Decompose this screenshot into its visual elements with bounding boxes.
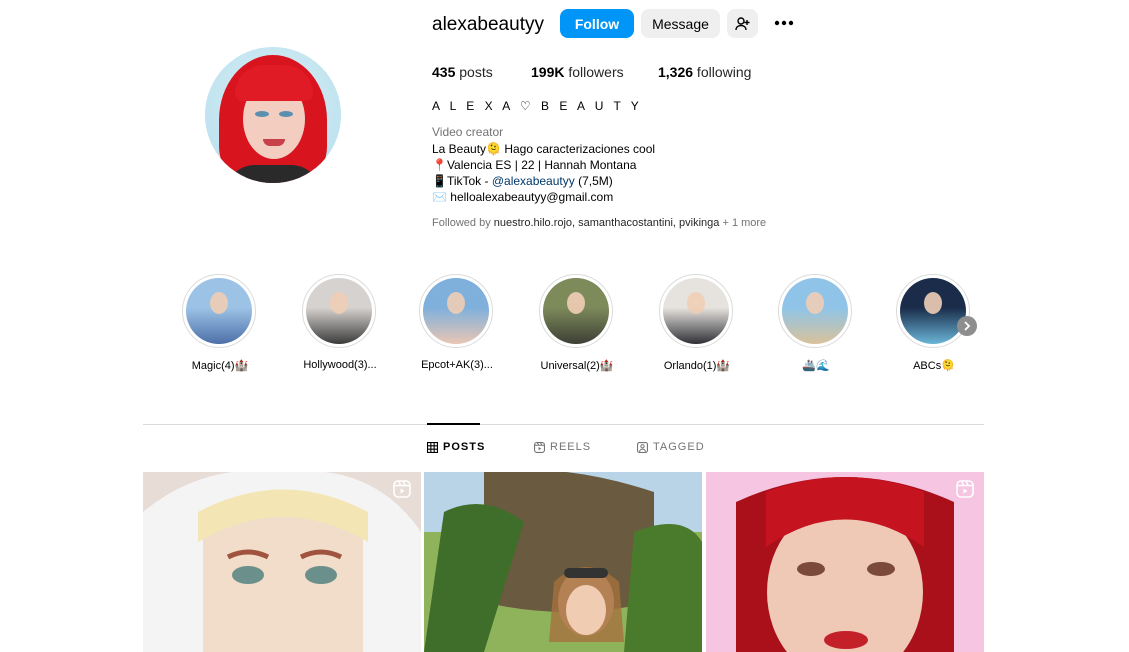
highlight-label: Magic(4)🏰	[191, 360, 249, 372]
profile-category: Video creator	[432, 125, 504, 139]
highlight-cover	[539, 274, 613, 348]
highlight-label: ABCs🫠	[913, 360, 955, 372]
message-button[interactable]: Message	[641, 9, 720, 38]
tab-reels[interactable]: REELS	[534, 441, 591, 453]
tagged-icon	[637, 441, 648, 453]
highlight-label: Orlando(1)🏰	[663, 360, 731, 372]
bio-line: La Beauty🫠 Hago caracterizaciones cool	[432, 142, 656, 156]
profile-username: alexabeautyy	[432, 14, 544, 35]
chevron-right-icon	[964, 321, 971, 331]
tiktok-handle-link[interactable]: @alexabeautyy	[492, 174, 575, 188]
more-options-icon[interactable]	[772, 13, 796, 33]
highlight-cover	[419, 274, 493, 348]
profile-avatar[interactable]	[205, 47, 341, 183]
highlights-next-button[interactable]	[957, 316, 977, 336]
posts-count: 435 posts	[432, 64, 493, 80]
highlight-cover	[778, 274, 852, 348]
reel-indicator-icon	[393, 480, 411, 498]
post-thumbnail[interactable]	[143, 472, 421, 652]
highlight-cover	[896, 274, 970, 348]
highlight-label: 🚢🌊	[802, 360, 830, 372]
post-thumbnail[interactable]	[424, 472, 702, 652]
active-tab-indicator	[427, 423, 480, 425]
tab-tagged[interactable]: TAGGED	[637, 441, 705, 453]
bio-email: ✉️ helloalexabeautyy@gmail.com	[432, 190, 614, 204]
post-thumbnail[interactable]	[706, 472, 984, 652]
add-user-icon	[734, 16, 749, 30]
tabs-divider	[143, 424, 984, 425]
highlight-label: Universal(2)🏰	[540, 360, 614, 372]
bio-line: 📱TikTok - @alexabeautyy (7,5M)	[432, 174, 613, 188]
followers-link[interactable]: 199K followers	[531, 64, 624, 80]
reels-icon	[534, 441, 545, 453]
highlight-cover	[182, 274, 256, 348]
highlight-cover	[659, 274, 733, 348]
suggested-users-button[interactable]	[727, 9, 758, 38]
bio-line: 📍Valencia ES | 22 | Hannah Montana	[432, 158, 637, 172]
reel-indicator-icon	[956, 480, 974, 498]
tab-posts[interactable]: POSTS	[427, 441, 485, 453]
profile-full-name: A L E X A ♡ B E A U T Y	[432, 99, 643, 113]
followed-by[interactable]: Followed by nuestro.hilo.rojo, samanthac…	[432, 217, 766, 229]
grid-icon	[427, 441, 438, 453]
follow-button[interactable]: Follow	[560, 9, 634, 38]
highlight-label: Hollywood(3)...	[303, 359, 377, 371]
following-link[interactable]: 1,326 following	[658, 64, 751, 80]
highlight-label: Epcot+AK(3)...	[421, 359, 493, 371]
highlight-cover	[302, 274, 376, 348]
